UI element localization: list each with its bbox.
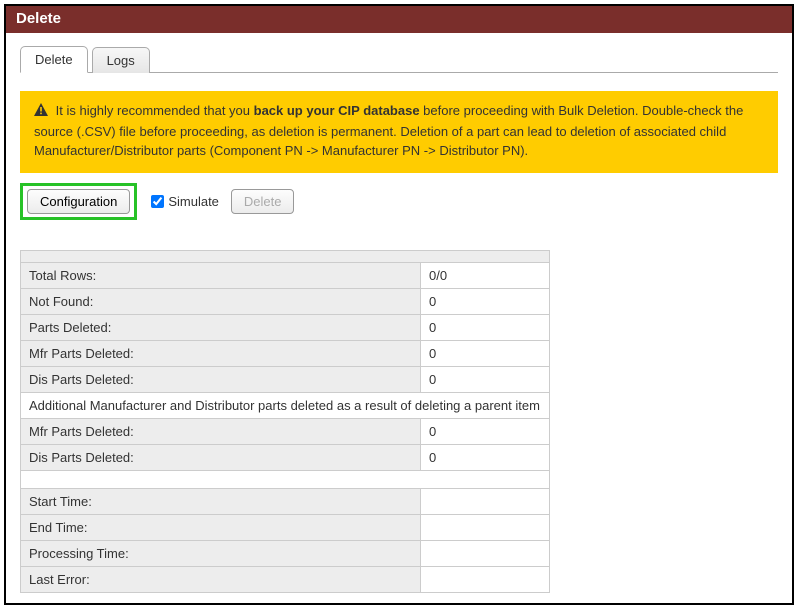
- mfr2-label: Mfr Parts Deleted:: [21, 418, 421, 444]
- parts-deleted-value: 0: [421, 314, 550, 340]
- simulate-wrap[interactable]: Simulate: [147, 192, 219, 211]
- stats-table: Total Rows: 0/0 Not Found: 0 Parts Delet…: [20, 250, 550, 593]
- mfr-deleted-label: Mfr Parts Deleted:: [21, 340, 421, 366]
- window-content: Delete Logs It is highly recommended tha…: [6, 33, 792, 605]
- window-title: Delete: [6, 6, 792, 33]
- start-time-label: Start Time:: [21, 488, 421, 514]
- processing-time-label: Processing Time:: [21, 540, 421, 566]
- dis2-label: Dis Parts Deleted:: [21, 444, 421, 470]
- table-row: Dis Parts Deleted: 0: [21, 366, 550, 392]
- warning-banner: It is highly recommended that you back u…: [20, 91, 778, 173]
- table-row: Last Error:: [21, 566, 550, 592]
- total-rows-value: 0/0: [421, 262, 550, 288]
- mfr-deleted-value: 0: [421, 340, 550, 366]
- last-error-label: Last Error:: [21, 566, 421, 592]
- simulate-checkbox[interactable]: [151, 195, 164, 208]
- table-row: Dis Parts Deleted: 0: [21, 444, 550, 470]
- table-row: End Time:: [21, 514, 550, 540]
- dis-deleted-label: Dis Parts Deleted:: [21, 366, 421, 392]
- simulate-label: Simulate: [168, 194, 219, 209]
- tab-logs[interactable]: Logs: [92, 47, 150, 73]
- table-row: Processing Time:: [21, 540, 550, 566]
- table-row: Parts Deleted: 0: [21, 314, 550, 340]
- table-row: Not Found: 0: [21, 288, 550, 314]
- table-row: Mfr Parts Deleted: 0: [21, 340, 550, 366]
- controls-row: Configuration Simulate Delete: [20, 183, 778, 220]
- configuration-button[interactable]: Configuration: [27, 189, 130, 214]
- processing-time-value: [421, 540, 550, 566]
- config-highlight: Configuration: [20, 183, 137, 220]
- last-error-value: [421, 566, 550, 592]
- warning-icon: [34, 102, 48, 122]
- start-time-value: [421, 488, 550, 514]
- dis2-value: 0: [421, 444, 550, 470]
- mfr2-value: 0: [421, 418, 550, 444]
- table-row: Total Rows: 0/0: [21, 262, 550, 288]
- not-found-value: 0: [421, 288, 550, 314]
- not-found-label: Not Found:: [21, 288, 421, 314]
- end-time-value: [421, 514, 550, 540]
- total-rows-label: Total Rows:: [21, 262, 421, 288]
- warning-text-bold: back up your CIP database: [254, 103, 420, 118]
- delete-window: Delete Delete Logs It is highly recommen…: [4, 4, 794, 605]
- cascade-note: Additional Manufacturer and Distributor …: [21, 392, 550, 418]
- table-row: Additional Manufacturer and Distributor …: [21, 392, 550, 418]
- end-time-label: End Time:: [21, 514, 421, 540]
- delete-button[interactable]: Delete: [231, 189, 295, 214]
- table-row: Mfr Parts Deleted: 0: [21, 418, 550, 444]
- table-row: Start Time:: [21, 488, 550, 514]
- tabs: Delete Logs: [20, 45, 778, 73]
- tab-delete[interactable]: Delete: [20, 46, 88, 73]
- parts-deleted-label: Parts Deleted:: [21, 314, 421, 340]
- warning-text-pre: It is highly recommended that you: [56, 103, 254, 118]
- dis-deleted-value: 0: [421, 366, 550, 392]
